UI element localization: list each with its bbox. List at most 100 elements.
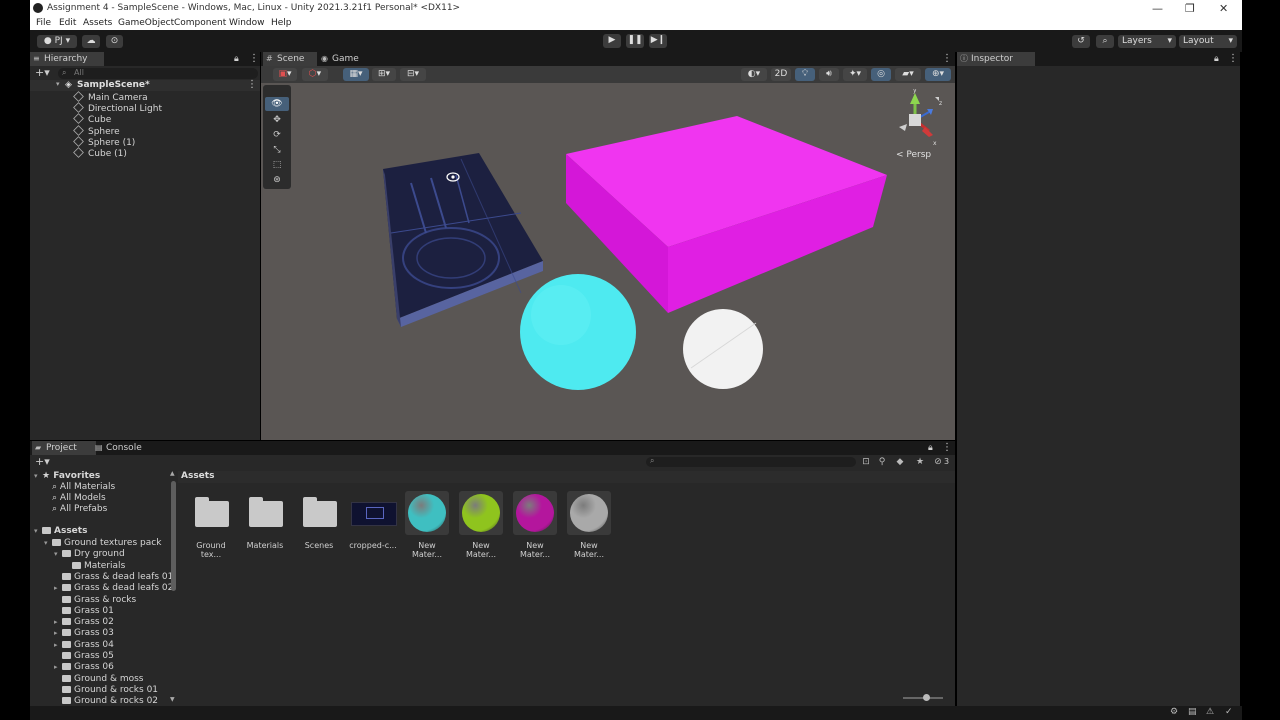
folder-tree-item[interactable]: Ground & moss — [54, 674, 144, 684]
tab-game[interactable]: ◉ Game — [318, 52, 372, 66]
lock-icon[interactable]: 🔒︎ — [928, 443, 933, 453]
progress-icon[interactable]: ⚙ — [1170, 707, 1178, 717]
menu-edit[interactable]: Edit — [59, 18, 76, 28]
2d-toggle[interactable]: 2D — [771, 68, 791, 81]
hierarchy-item[interactable]: Cube (1) — [73, 147, 127, 159]
effects-dropdown[interactable]: ✦▾ — [843, 68, 867, 81]
more-options-icon[interactable]: ⋮ — [942, 53, 952, 64]
play-button[interactable]: ▶ — [603, 34, 621, 48]
more-options-icon[interactable]: ⋮ — [247, 79, 257, 90]
layers-dropdown[interactable]: Layers ▾ — [1118, 35, 1176, 48]
favorite-star-icon[interactable]: ★ — [914, 457, 926, 468]
minimize-icon[interactable]: — — [1152, 2, 1163, 15]
cloud-icon[interactable]: ☁ — [82, 35, 100, 48]
restore-icon[interactable]: ❐ — [1185, 2, 1195, 15]
folder-tree-item[interactable]: Grass & dead leafs 01 — [54, 572, 173, 582]
filter-by-label-icon[interactable]: ◆ — [894, 457, 906, 468]
layout-dropdown[interactable]: Layout ▾ — [1179, 35, 1237, 48]
expand-arrow-icon[interactable]: ▾ — [56, 80, 60, 88]
step-button[interactable]: ▶❙ — [649, 34, 667, 48]
white-sphere[interactable] — [683, 309, 763, 389]
orientation-gizmo[interactable]: y x z — [889, 89, 949, 149]
asset-item[interactable]: New Mater... — [402, 491, 452, 559]
folder-tree-item[interactable]: ▸ Grass & dead leafs 02 — [54, 583, 173, 593]
collab-icon[interactable]: ⊙ — [106, 35, 123, 48]
favorite-item[interactable]: ⌕ All Models — [52, 493, 106, 503]
menu-window[interactable]: Window — [229, 18, 265, 28]
draw-gizmos-dropdown[interactable]: ◐▾ — [741, 68, 767, 81]
draw-mode-dropdown[interactable]: ▣▾ — [273, 68, 297, 81]
projection-label[interactable]: < Persp — [896, 150, 931, 160]
lighting-icon[interactable]: 💡︎ — [795, 68, 815, 81]
menu-assets[interactable]: Assets — [83, 18, 112, 28]
gizmos-dropdown[interactable]: ⊕▾ — [925, 68, 951, 81]
folder-tree-item[interactable]: Ground & rocks 02 — [54, 696, 158, 706]
folder-tree-item[interactable]: Materials — [64, 561, 125, 571]
asset-item[interactable]: cropped-c... — [348, 491, 398, 550]
asset-item[interactable]: New Mater... — [510, 491, 560, 559]
slider-handle[interactable] — [923, 694, 930, 701]
audio-icon[interactable]: 🔊︎ — [819, 68, 839, 81]
assets-root[interactable]: ▾ Assets — [34, 526, 87, 536]
debug-icon[interactable]: ⚠ — [1206, 707, 1214, 717]
rotate-tool-icon[interactable]: ⟳ — [265, 128, 289, 142]
folder-tree-item[interactable]: ▸ Grass 03 — [54, 628, 114, 638]
scene-render[interactable] — [261, 83, 955, 440]
asset-item[interactable]: New Mater... — [564, 491, 614, 559]
close-icon[interactable]: ✕ — [1219, 2, 1228, 15]
view-tool-eye-icon[interactable]: 👁︎ — [265, 97, 289, 111]
search-icon[interactable]: ⌕ — [1096, 35, 1114, 48]
textured-cube[interactable] — [383, 153, 543, 327]
scale-tool-icon[interactable]: ⤡ — [265, 143, 289, 157]
move-tool-icon[interactable]: ✥ — [265, 113, 289, 127]
magenta-cube[interactable] — [566, 116, 887, 313]
hierarchy-item[interactable]: Directional Light — [73, 102, 162, 114]
folder-tree-item[interactable]: ▸ Grass 02 — [54, 617, 114, 627]
tab-project[interactable]: ▰ Project — [32, 441, 96, 455]
filter-by-type-icon[interactable]: ⚲ — [876, 457, 888, 468]
folder-tree-item[interactable]: ▸ Grass 04 — [54, 640, 114, 650]
account-dropdown[interactable]: ● PJ ▾ — [37, 35, 77, 48]
history-icon[interactable]: ↺ — [1072, 35, 1090, 48]
asset-item[interactable]: Ground tex... — [186, 491, 236, 559]
scene-viewport[interactable]: 👁︎ ✥ ⟳ ⤡ ⬚ ⊛ y x z < Persp — [261, 83, 955, 440]
grid-toggle[interactable]: ▦▾ — [343, 68, 369, 81]
tree-scrollbar[interactable] — [171, 481, 176, 591]
favorite-item[interactable]: ⌕ All Prefabs — [52, 504, 107, 514]
add-object-button[interactable]: +▾ — [35, 66, 50, 79]
lock-icon[interactable]: 🔒︎ — [234, 54, 239, 64]
tab-hierarchy[interactable]: ≡ Hierarchy — [30, 52, 104, 66]
menu-help[interactable]: Help — [271, 18, 292, 28]
folder-tree-item[interactable]: Grass 05 — [54, 651, 114, 661]
asset-item[interactable]: Scenes — [294, 491, 344, 550]
scroll-up-icon[interactable]: ▲ — [170, 470, 175, 477]
hidden-objects-icon[interactable]: ◎ — [871, 68, 891, 81]
lock-icon[interactable]: 🔒︎ — [1214, 54, 1219, 64]
hierarchy-search-field[interactable]: ⌕ All — [58, 68, 258, 79]
status-check-icon[interactable]: ✓ — [1225, 707, 1233, 717]
breadcrumb-assets[interactable]: Assets — [181, 471, 214, 481]
tab-console[interactable]: ▤ Console — [92, 441, 162, 455]
rect-tool-icon[interactable]: ⬚ — [265, 158, 289, 172]
more-options-icon[interactable]: ⋮ — [1228, 53, 1238, 64]
hidden-packages-icon[interactable]: ⊘ — [932, 457, 944, 468]
hierarchy-item[interactable]: Sphere — [73, 125, 120, 137]
pause-button[interactable]: ❚❚ — [626, 34, 644, 48]
menu-component[interactable]: Component — [174, 18, 226, 28]
tab-inspector[interactable]: ⓘ Inspector — [957, 52, 1035, 66]
snap-increment-dropdown[interactable]: ⊞▾ — [372, 68, 396, 81]
menu-gameobject[interactable]: GameObject — [118, 18, 174, 28]
folder-tree-item[interactable]: ▾ Ground textures pack — [44, 538, 161, 548]
hierarchy-item[interactable]: Main Camera — [73, 91, 148, 103]
hierarchy-item[interactable]: Sphere (1) — [73, 136, 135, 148]
favorite-item[interactable]: ⌕ All Materials — [52, 482, 115, 492]
render-mode-dropdown[interactable]: ⬡▾ — [302, 68, 328, 81]
cyan-sphere[interactable] — [520, 274, 636, 390]
transform-tool-icon[interactable]: ⊛ — [265, 173, 289, 187]
tab-scene[interactable]: # Scene — [263, 52, 317, 66]
more-options-icon[interactable]: ⋮ — [942, 442, 952, 453]
asset-item[interactable]: New Mater... — [456, 491, 506, 559]
project-search-field[interactable]: ⌕ — [646, 456, 856, 467]
asset-item[interactable]: Materials — [240, 491, 290, 550]
scroll-down-icon[interactable]: ▼ — [170, 696, 175, 703]
